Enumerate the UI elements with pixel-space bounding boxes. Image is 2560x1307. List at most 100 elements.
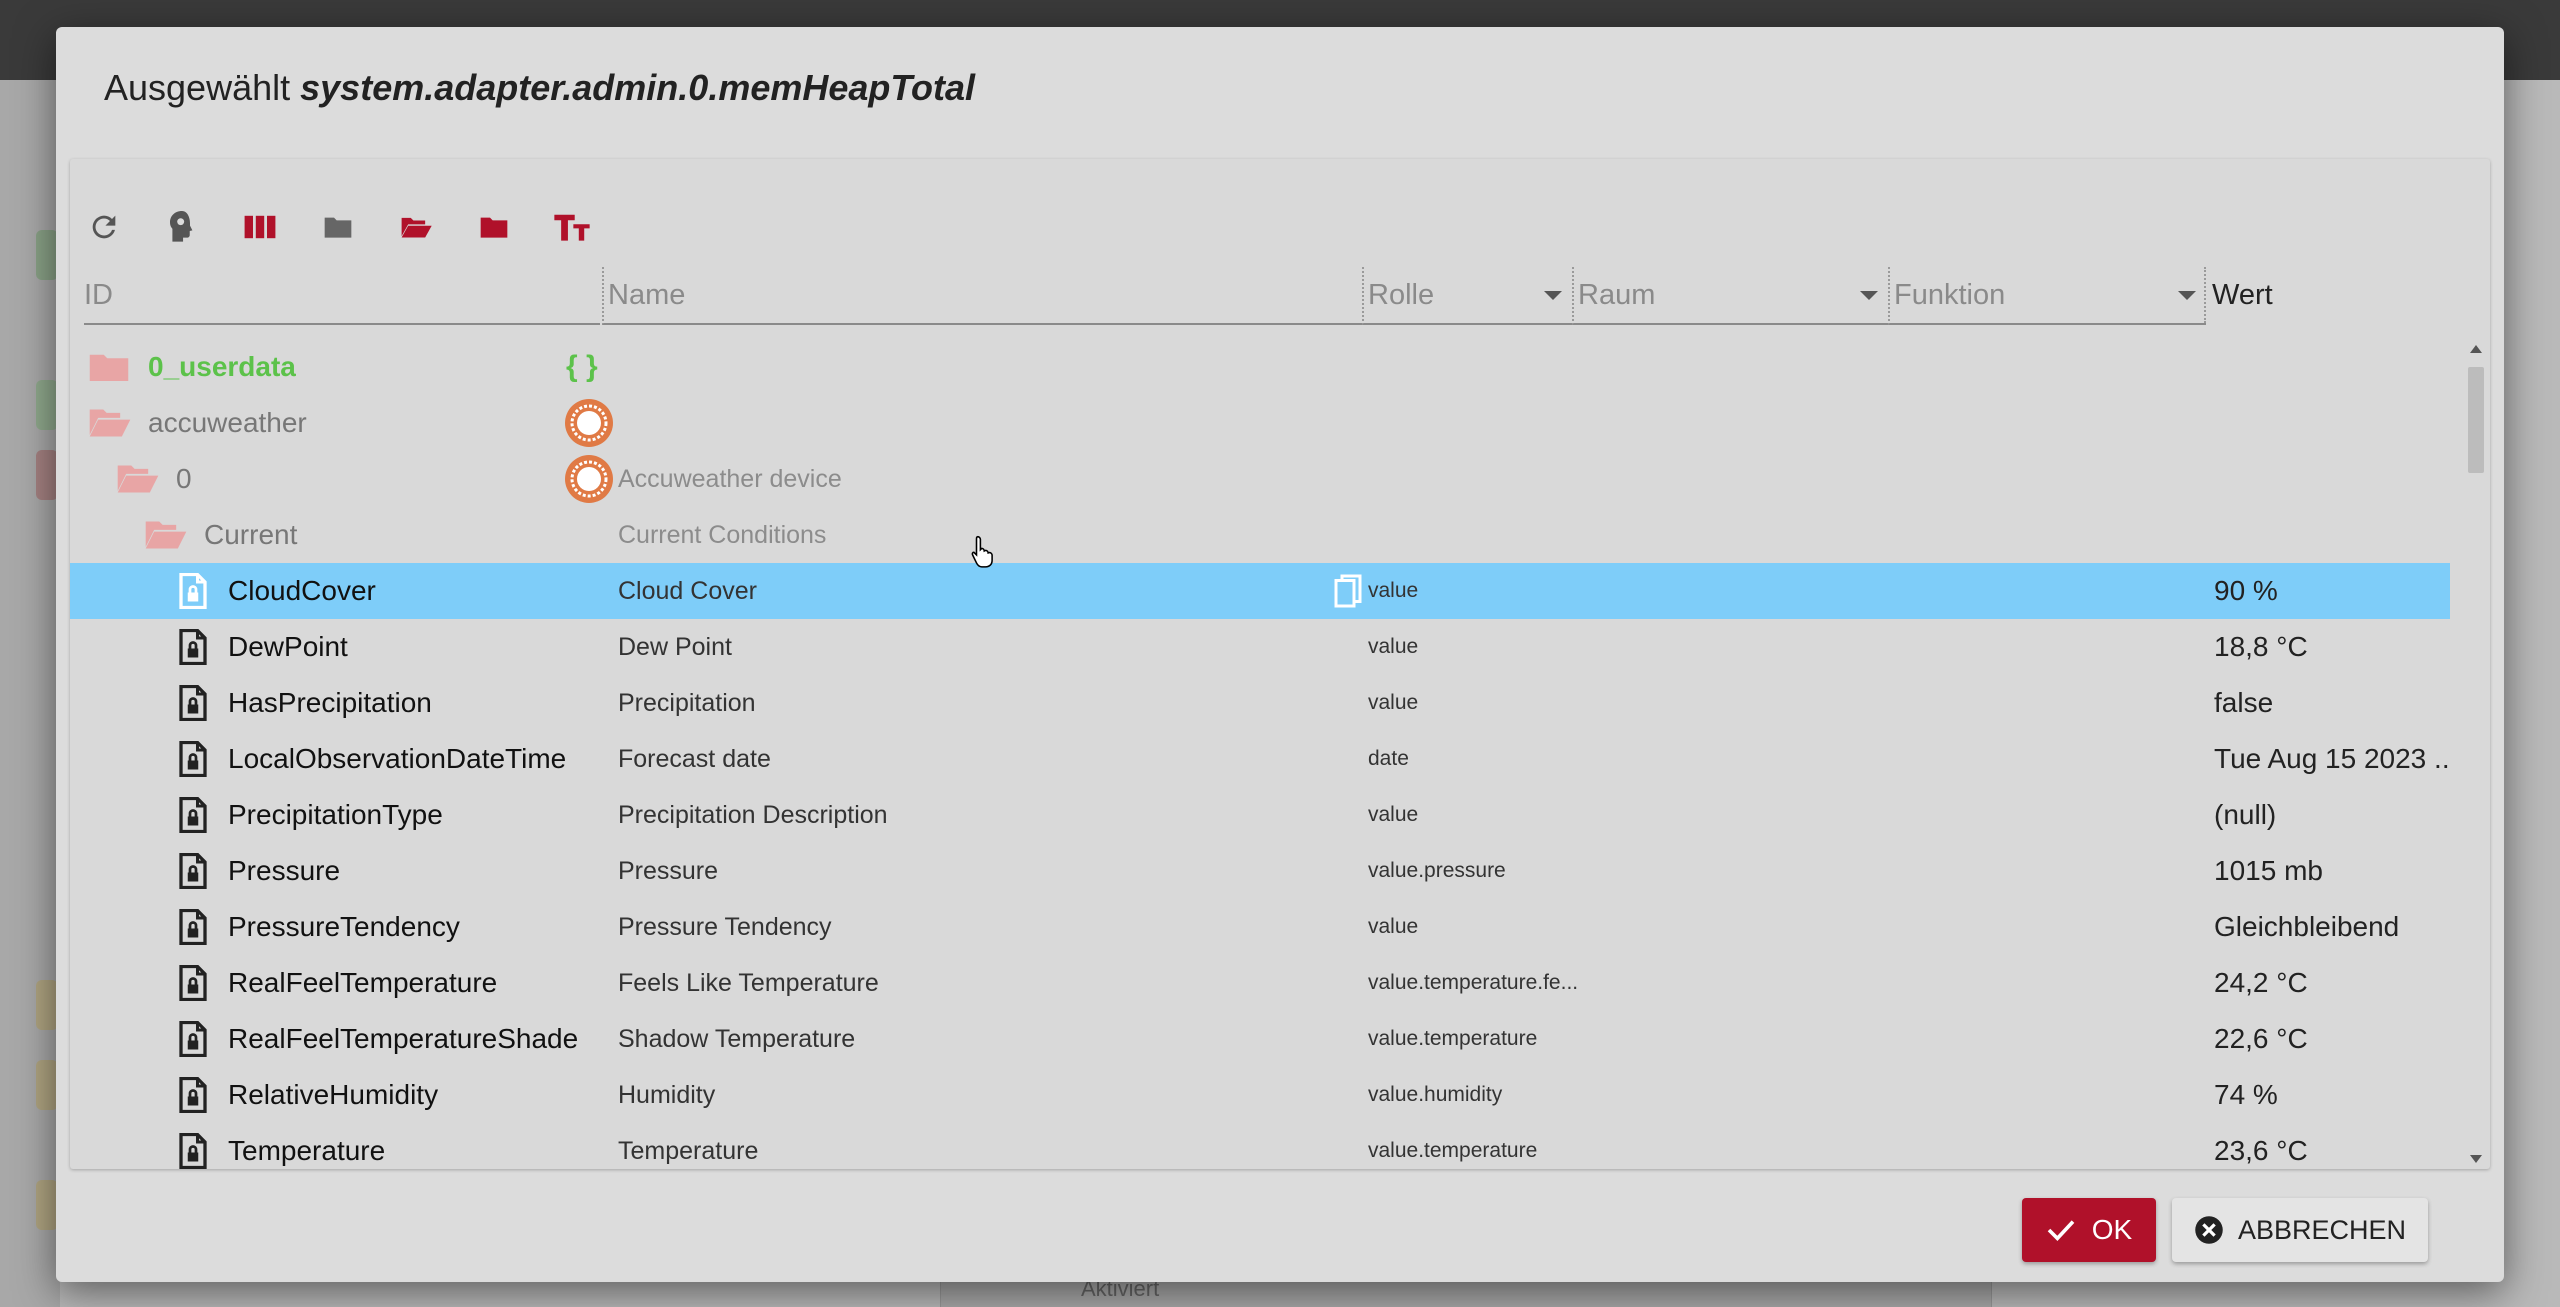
tree-row-value[interactable]: Tue Aug 15 2023 ... [2214, 731, 2450, 787]
tree-row-state[interactable]: DewPoint Dew Point value 18,8 °C [70, 619, 2450, 675]
tree-row-state[interactable]: Temperature Temperature value.temperatur… [70, 1123, 2450, 1169]
tree-row-name: Dew Point [618, 632, 732, 661]
tree-row-role: value [1368, 915, 1419, 938]
tree-row-role: date [1368, 747, 1409, 770]
tree-row-id: 0 [176, 463, 192, 494]
table-header: ID Name Rolle Raum Funktion Wert [70, 267, 2490, 327]
tree-row-role: value.humidity [1368, 1083, 1503, 1106]
object-browser: ID Name Rolle Raum Funktion Wert 0_userd… [70, 159, 2490, 1169]
dialog-title-id: system.adapter.admin.0.memHeapTotal [300, 67, 976, 108]
tree-row-name: Forecast date [618, 744, 771, 773]
tree-row-state[interactable]: RealFeelTemperature Feels Like Temperatu… [70, 955, 2450, 1011]
tree-row-id: Pressure [228, 855, 341, 886]
tree-row-accuweather[interactable]: accuweather [70, 395, 2450, 451]
expand-one-step-button[interactable] [470, 203, 518, 251]
background-sidebar-block [36, 1180, 58, 1230]
tree-row-userdata[interactable]: 0_userdata { } [70, 339, 2450, 395]
column-function-select[interactable]: Funktion [1888, 267, 2206, 325]
tree-row-value[interactable]: 18,8 °C [2214, 619, 2308, 675]
tree-row-state[interactable]: LocalObservationDateTime Forecast date d… [70, 731, 2450, 787]
tree-row-value[interactable]: Gleichbleibend [2214, 899, 2399, 955]
tree-row-value[interactable]: (null) [2214, 787, 2276, 843]
chevron-down-icon [2178, 291, 2196, 300]
state-file-icon [178, 899, 208, 955]
tree-row-role: value [1368, 803, 1419, 826]
folder-open-icon [116, 451, 160, 507]
background-sidebar-block [36, 380, 58, 430]
tree-row-state[interactable]: Pressure Pressure value.pressure 1015 mb [70, 843, 2450, 899]
expert-mode-button[interactable] [158, 203, 206, 251]
column-function-label: Funktion [1894, 278, 2006, 311]
select-id-dialog: Ausgewählt system.adapter.admin.0.memHea… [56, 27, 2504, 1282]
column-role-label: Rolle [1368, 278, 1435, 311]
folder-icon [88, 339, 130, 395]
adapter-icon [564, 451, 614, 507]
scroll-up-icon[interactable] [2470, 345, 2482, 353]
tree-row-id: RelativeHumidity [228, 1079, 439, 1110]
state-file-icon [178, 843, 208, 899]
tree-row-name: Precipitation Description [618, 800, 888, 829]
tree-row-id: RealFeelTemperature [228, 967, 498, 998]
columns-button[interactable] [236, 203, 284, 251]
tree-row-id: Current [204, 519, 298, 550]
ok-button[interactable]: OK [2022, 1198, 2156, 1262]
tree-row-role: value [1368, 691, 1419, 714]
adapter-icon [564, 395, 614, 451]
tree-row-value[interactable]: 23,6 °C [2214, 1123, 2308, 1169]
tree-row-id: HasPrecipitation [228, 687, 432, 718]
expand-all-button[interactable] [392, 203, 440, 251]
object-tree: 0_userdata { } accuweather 0 Accuweather… [70, 339, 2450, 1169]
column-room-label: Raum [1578, 278, 1656, 311]
tree-row-id: LocalObservationDateTime [228, 743, 567, 774]
tree-row-value[interactable]: false [2214, 675, 2273, 731]
background-sidebar-block [36, 1060, 58, 1110]
column-role-select[interactable]: Rolle [1362, 267, 1572, 325]
tree-row-name: Accuweather device [618, 464, 842, 493]
tree-row-instance[interactable]: 0 Accuweather device [70, 451, 2450, 507]
tree-row-current[interactable]: Current Current Conditions [70, 507, 2450, 563]
cancel-button[interactable]: ABBRECHEN [2172, 1198, 2428, 1262]
tree-row-state[interactable]: RelativeHumidity Humidity value.humidity… [70, 1067, 2450, 1123]
tree-row-name: Humidity [618, 1080, 716, 1109]
column-room-select[interactable]: Raum [1572, 267, 1888, 325]
tree-row-role: value [1368, 579, 1419, 602]
folder-open-icon [401, 217, 432, 238]
tree-row-value[interactable]: 90 % [2214, 563, 2278, 619]
tree-row-value[interactable]: 1015 mb [2214, 843, 2323, 899]
copy-icon[interactable] [1332, 563, 1364, 619]
scroll-down-icon[interactable] [2470, 1155, 2482, 1163]
chevron-down-icon [1544, 291, 1562, 300]
state-file-icon [178, 619, 208, 675]
state-file-icon [178, 1067, 208, 1123]
tree-row-state[interactable]: PrecipitationType Precipitation Descript… [70, 787, 2450, 843]
tree-row-id: PressureTendency [228, 911, 460, 942]
tree-row-value[interactable]: 22,6 °C [2214, 1011, 2308, 1067]
chevron-down-icon [1860, 291, 1878, 300]
background-sidebar-block [36, 230, 58, 280]
vertical-scrollbar[interactable] [2466, 341, 2486, 1169]
tree-row-role: value.temperature [1368, 1027, 1538, 1050]
text-size-button[interactable] [548, 203, 596, 251]
tree-row-state-selected[interactable]: CloudCover Cloud Cover value 90 % [70, 563, 2450, 619]
collapse-all-button[interactable] [314, 203, 362, 251]
tree-row-role: value.temperature.fe... [1368, 971, 1579, 994]
tree-row-state[interactable]: RealFeelTemperatureShade Shadow Temperat… [70, 1011, 2450, 1067]
refresh-button[interactable] [80, 203, 128, 251]
tree-row-state[interactable]: PressureTendency Pressure Tendency value… [70, 899, 2450, 955]
refresh-icon [92, 215, 116, 239]
columns-icon [244, 215, 276, 239]
check-icon [2047, 1220, 2075, 1241]
folder-open-icon [88, 395, 132, 451]
tree-row-value[interactable]: 74 % [2214, 1067, 2278, 1123]
tree-row-state[interactable]: HasPrecipitation Precipitation value fal… [70, 675, 2450, 731]
scrollbar-thumb[interactable] [2468, 367, 2484, 473]
tree-row-value[interactable]: 24,2 °C [2214, 955, 2308, 1011]
tree-row-id: PrecipitationType [228, 799, 443, 830]
column-value-label: Wert [2212, 278, 2273, 311]
column-name-filter[interactable]: Name [602, 267, 1364, 325]
ok-button-label: OK [2091, 1214, 2133, 1245]
tree-row-name: Feels Like Temperature [618, 968, 879, 997]
tree-row-id: Temperature [228, 1135, 386, 1166]
column-id-filter[interactable]: ID [84, 267, 600, 325]
state-file-icon [178, 1011, 208, 1067]
